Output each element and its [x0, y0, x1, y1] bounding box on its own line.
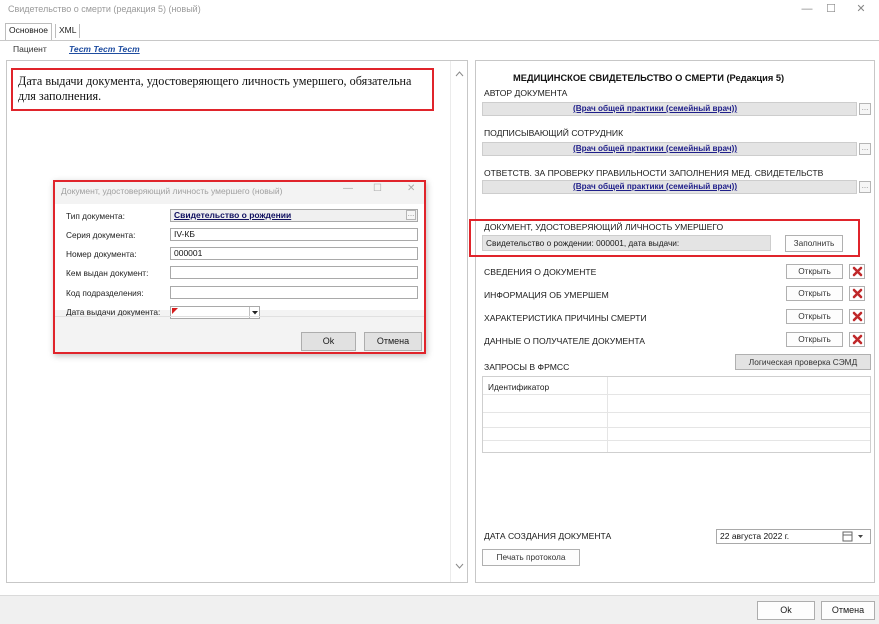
ok-button[interactable]: Ok — [757, 601, 815, 620]
left-panel-scrollbar[interactable] — [450, 61, 467, 582]
creation-date-label: ДАТА СОЗДАНИЯ ДОКУМЕНТА — [484, 531, 612, 541]
doc-type-label: Тип документа: — [66, 211, 125, 221]
required-marker-icon — [172, 308, 178, 314]
doc-series-input[interactable]: IV-КБ — [170, 228, 418, 241]
doc-number-label: Номер документа: — [66, 249, 137, 259]
open-document-info-button[interactable]: Открыть — [786, 264, 843, 279]
scroll-down-icon[interactable] — [455, 563, 464, 569]
bottom-bar: Ok Отмена — [0, 595, 879, 624]
responsible-field[interactable]: (Врач общей практики (семейный врач)) — [482, 180, 857, 194]
requests-grid: Идентификатор — [482, 376, 871, 453]
open-death-cause-button[interactable]: Открыть — [786, 309, 843, 324]
doc-type-ellipsis-icon[interactable]: … — [406, 210, 416, 220]
patient-name-link[interactable]: Тест Тест Тест — [69, 44, 140, 54]
identity-document-label: ДОКУМЕНТ, УДОСТОВЕРЯЮЩИЙ ЛИЧНОСТЬ УМЕРШЕ… — [484, 222, 724, 232]
open-recipient-button[interactable]: Открыть — [786, 332, 843, 347]
tab-xml[interactable]: XML — [55, 24, 81, 38]
dialog-cancel-button[interactable]: Отмена — [364, 332, 422, 351]
open-deceased-info-button[interactable]: Открыть — [786, 286, 843, 301]
scroll-up-icon[interactable] — [455, 71, 464, 77]
grid-header-identifier: Идентификатор — [488, 382, 550, 392]
cancel-button[interactable]: Отмена — [821, 601, 875, 620]
validation-message: Дата выдачи документа, удостоверяющего л… — [11, 68, 434, 111]
dialog-close-icon[interactable]: ✕ — [407, 183, 415, 194]
author-ellipsis-icon[interactable]: … — [859, 103, 871, 115]
division-code-label: Код подразделения: — [66, 288, 144, 298]
maximize-icon[interactable]: ☐ — [820, 1, 842, 17]
delete-death-cause-icon[interactable] — [849, 309, 865, 324]
dialog-minimize-icon[interactable]: — — [343, 183, 353, 194]
tab-divider — [0, 40, 879, 41]
requests-label: ЗАПРОСЫ В ФРМСС — [484, 362, 570, 372]
delete-deceased-info-icon[interactable] — [849, 286, 865, 301]
responsible-label: ОТВЕТСТВ. ЗА ПРОВЕРКУ ПРАВИЛЬНОСТИ ЗАПОЛ… — [484, 168, 824, 178]
dialog-maximize-icon[interactable]: ☐ — [373, 183, 382, 194]
dialog-ok-button[interactable]: Ok — [301, 332, 356, 351]
section-label-deceased-info: ИНФОРМАЦИЯ ОБ УМЕРШЕМ — [484, 290, 609, 300]
issued-by-input[interactable] — [170, 266, 418, 279]
title-bar: Свидетельство о смерти (редакция 5) (нов… — [0, 0, 879, 18]
dialog-title: Документ, удостоверяющий личность умерше… — [61, 186, 283, 196]
division-code-input[interactable] — [170, 286, 418, 299]
identity-document-dialog: Документ, удостоверяющий личность умерше… — [53, 180, 426, 354]
minimize-icon[interactable]: — — [796, 1, 818, 17]
window-title: Свидетельство о смерти (редакция 5) (нов… — [8, 4, 201, 14]
signer-label: ПОДПИСЫВАЮЩИЙ СОТРУДНИК — [484, 128, 624, 138]
creation-date-value: 22 августа 2022 г. — [720, 531, 790, 541]
author-field[interactable]: (Врач общей практики (семейный врач)) — [482, 102, 857, 116]
identity-document-value: Свидетельство о рождении: 000001, дата в… — [482, 235, 771, 251]
print-protocol-button[interactable]: Печать протокола — [482, 549, 580, 566]
patient-label: Пациент — [13, 44, 47, 54]
section-label-death-cause: ХАРАКТЕРИСТИКА ПРИЧИНЫ СМЕРТИ — [484, 313, 647, 323]
calendar-icon[interactable] — [842, 531, 868, 542]
signer-field[interactable]: (Врач общей практики (семейный врач)) — [482, 142, 857, 156]
delete-document-info-icon[interactable] — [849, 264, 865, 279]
doc-series-label: Серия документа: — [66, 230, 136, 240]
section-label-document-info: СВЕДЕНИЯ О ДОКУМЕНТЕ — [484, 267, 597, 277]
tab-main[interactable]: Основное — [5, 23, 52, 40]
close-icon[interactable]: ✕ — [850, 1, 872, 17]
fill-button[interactable]: Заполнить — [785, 235, 843, 252]
responsible-role: (Врач общей практики (семейный врач)) — [573, 182, 738, 191]
signer-role: (Врач общей практики (семейный врач)) — [573, 144, 738, 153]
doc-type-field[interactable]: Свидетельство о рождении — [170, 209, 418, 222]
section-label-recipient: ДАННЫЕ О ПОЛУЧАТЕЛЕ ДОКУМЕНТА — [484, 336, 646, 346]
certificate-heading: МЕДИЦИНСКОЕ СВИДЕТЕЛЬСТВО О СМЕРТИ (Реда… — [513, 73, 785, 83]
dialog-form: Тип документа: Свидетельство о рождении … — [55, 204, 424, 317]
delete-recipient-icon[interactable] — [849, 332, 865, 347]
responsible-ellipsis-icon[interactable]: … — [859, 181, 871, 193]
tab-strip: Основное XML — [0, 18, 879, 40]
author-label: АВТОР ДОКУМЕНТА — [484, 88, 568, 98]
doc-number-input[interactable]: 000001 — [170, 247, 418, 260]
signer-ellipsis-icon[interactable]: … — [859, 143, 871, 155]
issue-date-picker[interactable] — [170, 306, 260, 319]
author-role: (Врач общей практики (семейный врач)) — [573, 104, 738, 113]
logic-check-button[interactable]: Логическая проверка СЭМД — [735, 354, 871, 370]
issued-by-label: Кем выдан документ: — [66, 268, 149, 278]
